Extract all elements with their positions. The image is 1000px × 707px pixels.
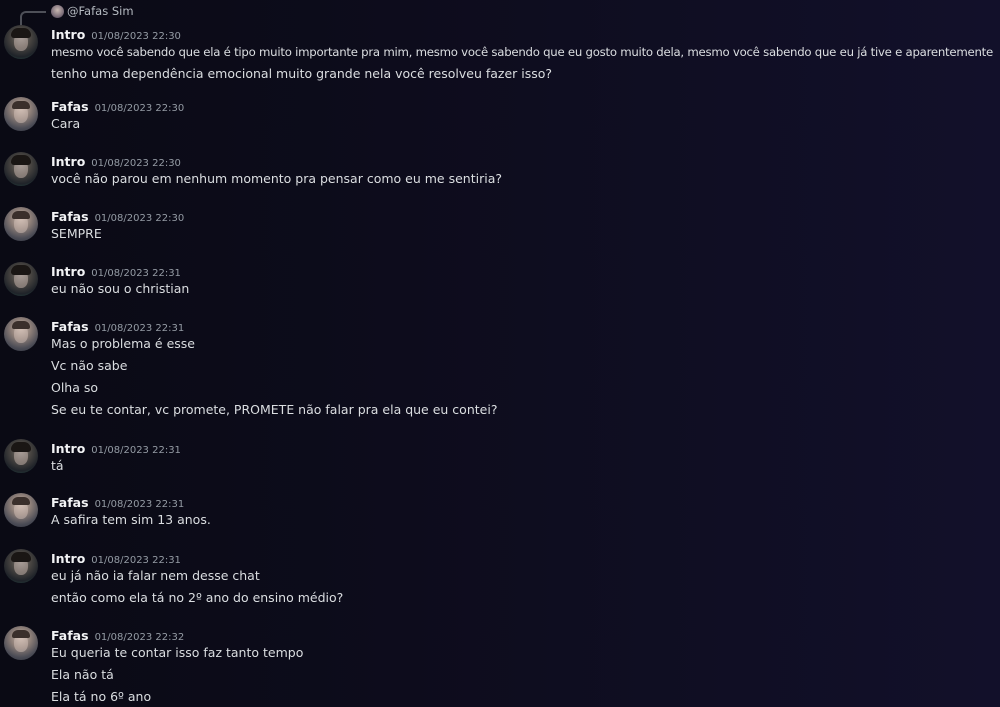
reply-reference-text[interactable]: @Fafas Sim	[67, 4, 134, 18]
message-author[interactable]: Intro	[51, 551, 85, 566]
message-author[interactable]: Fafas	[51, 209, 89, 224]
message-header: Intro 01/08/2023 22:31	[51, 263, 181, 282]
message-header: Intro 01/08/2023 22:31	[51, 440, 181, 459]
avatar-hair	[11, 155, 31, 165]
avatar-hair	[11, 442, 31, 452]
message-text: Ela não tá	[51, 667, 114, 682]
fafas-avatar-icon[interactable]	[4, 97, 38, 131]
message-text: A safira tem sim 13 anos.	[51, 512, 211, 527]
reply-author-avatar[interactable]	[51, 5, 64, 18]
message-timestamp: 01/08/2023 22:30	[94, 103, 185, 114]
message-header: Fafas 01/08/2023 22:30	[51, 208, 184, 227]
reply-connector	[20, 11, 46, 25]
message-timestamp: 01/08/2023 22:30	[91, 31, 181, 42]
message-text: eu já não ia falar nem desse chat	[51, 568, 260, 583]
message-header: Intro 01/08/2023 22:30	[51, 26, 181, 45]
message-timestamp: 01/08/2023 22:32	[94, 632, 185, 643]
message-header: Fafas 01/08/2023 22:30	[51, 98, 184, 117]
fafas-avatar-icon[interactable]	[4, 493, 38, 527]
message-timestamp: 01/08/2023 22:31	[94, 499, 185, 510]
message-text: Eu queria te contar isso faz tanto tempo	[51, 645, 304, 660]
message-text: você não parou em nenhum momento pra pen…	[51, 171, 502, 186]
message-header: Intro 01/08/2023 22:30	[51, 153, 181, 172]
message-author[interactable]: Fafas	[51, 495, 89, 510]
message-author[interactable]: Intro	[51, 27, 85, 42]
avatar-hair	[11, 265, 31, 275]
message-text: Cara	[51, 116, 81, 131]
message-timestamp: 01/08/2023 22:30	[94, 213, 185, 224]
avatar-hair	[11, 552, 31, 562]
fafas-avatar-icon[interactable]	[4, 317, 38, 351]
chat-message-list: @Fafas Sim Intro 01/08/2023 22:30 mesmo vo…	[0, 0, 1000, 707]
intro-avatar-icon[interactable]	[4, 549, 38, 583]
avatar-hair	[11, 28, 31, 38]
avatar-hair	[12, 101, 30, 109]
message-author[interactable]: Fafas	[51, 319, 89, 334]
message-timestamp: 01/08/2023 22:31	[91, 555, 181, 566]
message-author[interactable]: Intro	[51, 441, 85, 456]
message-text: então como ela tá no 2º ano do ensino mé…	[51, 590, 344, 605]
message-header: Fafas 01/08/2023 22:32	[51, 627, 184, 646]
message-text: eu não sou o christian	[51, 281, 190, 296]
message-text: Se eu te contar, vc promete, PROMETE não…	[51, 402, 498, 417]
message-header: Fafas 01/08/2023 22:31	[51, 494, 184, 513]
avatar-hair	[12, 630, 30, 638]
message-text: Mas o problema é esse	[51, 336, 195, 351]
avatar-hair	[12, 321, 30, 329]
fafas-avatar-icon[interactable]	[4, 626, 38, 660]
message-timestamp: 01/08/2023 22:31	[91, 445, 181, 456]
intro-avatar-icon[interactable]	[4, 262, 38, 296]
message-text: tá	[51, 458, 64, 473]
message-timestamp: 01/08/2023 22:31	[94, 323, 185, 334]
message-author[interactable]: Fafas	[51, 99, 89, 114]
message-timestamp: 01/08/2023 22:31	[91, 268, 181, 279]
message-text: Vc não sabe	[51, 358, 128, 373]
message-author[interactable]: Intro	[51, 264, 85, 279]
intro-avatar-icon[interactable]	[4, 25, 38, 59]
message-timestamp: 01/08/2023 22:30	[91, 158, 181, 169]
intro-avatar-icon[interactable]	[4, 152, 38, 186]
avatar-hair	[12, 497, 30, 505]
message-header: Intro 01/08/2023 22:31	[51, 550, 181, 569]
message-text: Ela tá no 6º ano	[51, 689, 152, 704]
message-author[interactable]: Intro	[51, 154, 85, 169]
avatar-hair	[12, 211, 30, 219]
message-text: tenho uma dependência emocional muito gr…	[51, 66, 553, 81]
intro-avatar-icon[interactable]	[4, 439, 38, 473]
message-text: mesmo você sabendo que ela é tipo muito …	[51, 45, 993, 59]
fafas-avatar-icon[interactable]	[4, 207, 38, 241]
message-text: Olha so	[51, 380, 99, 395]
message-text: SEMPRE	[51, 226, 102, 241]
message-header: Fafas 01/08/2023 22:31	[51, 318, 184, 337]
message-author[interactable]: Fafas	[51, 628, 89, 643]
